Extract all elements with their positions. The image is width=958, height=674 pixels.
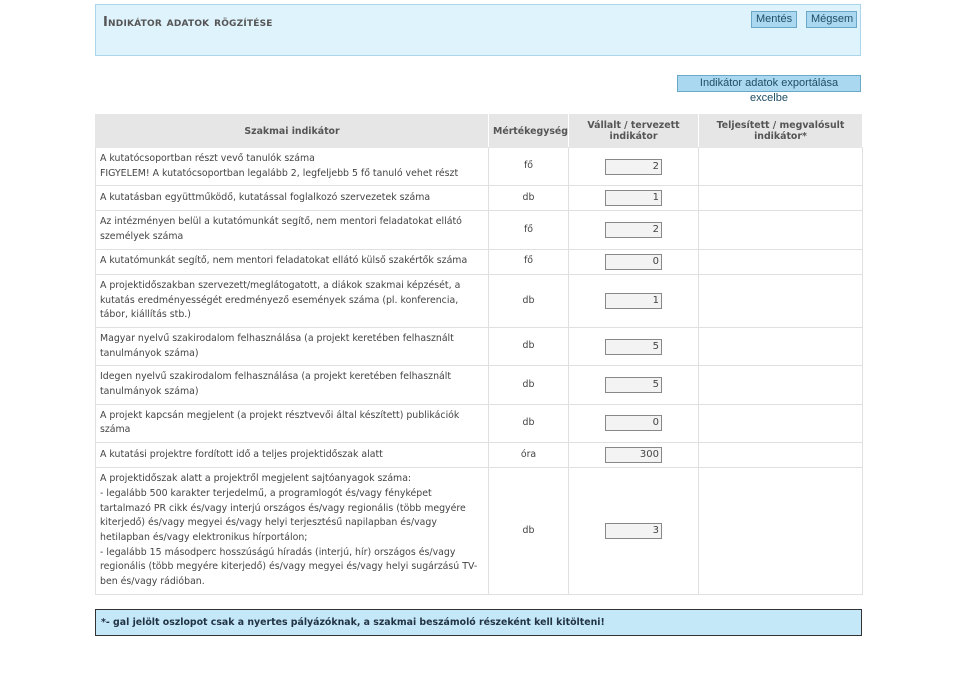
table-row: Idegen nyelvű szakirodalom felhasználása…	[95, 365, 863, 405]
unit-cell: fő	[488, 146, 569, 187]
table-row: Magyar nyelvű szakirodalom felhasználása…	[95, 326, 863, 367]
indicator-text: A projekt kapcsán megjelent (a projekt r…	[100, 409, 460, 436]
indicator-cell: A kutatási projektre fordított idő a tel…	[95, 442, 489, 469]
planned-value-input[interactable]: 0	[605, 253, 662, 270]
header-panel: Indikátor adatok rögzítése Mentés Mégsem	[95, 4, 861, 56]
planned-cell: 1	[568, 185, 699, 212]
indicator-cell: A projektidőszak alatt a projektről megj…	[95, 467, 489, 595]
column-header-indicator: Szakmai indikátor	[95, 114, 489, 148]
column-header-actual: Teljesített / megvalósult indikátor*	[698, 114, 863, 148]
indicator-text: A kutatási projektre fordított idő a tel…	[100, 448, 383, 460]
table-row: A projektidőszak alatt a projektről megj…	[95, 467, 863, 595]
unit-cell: db	[488, 326, 569, 367]
table-row: A kutatócsoportban részt vevő tanulók sz…	[95, 146, 863, 187]
planned-value-input[interactable]: 0	[605, 415, 662, 432]
indicator-text: A kutatásban együttműködő, kutatással fo…	[100, 192, 431, 204]
unit-cell: db	[488, 467, 569, 595]
actual-cell	[698, 467, 863, 595]
table-row: A kutatási projektre fordított idő a tel…	[95, 442, 863, 469]
table-row: A projekt kapcsán megjelent (a projekt r…	[95, 403, 863, 444]
indicator-text: A kutatómunkát segítő, nem mentori felad…	[100, 255, 468, 267]
actual-cell	[698, 326, 863, 367]
table-row: A kutatásban együttműködő, kutatással fo…	[95, 185, 863, 212]
column-header-planned: Vállalt / tervezett indikátor	[568, 114, 699, 148]
planned-value-input[interactable]: 5	[605, 338, 662, 355]
planned-cell: 0	[568, 248, 699, 275]
export-excel-button[interactable]: Indikátor adatok exportálása excelbe	[677, 75, 861, 104]
indicator-cell: A kutatásban együttműködő, kutatással fo…	[95, 185, 489, 212]
planned-value-input[interactable]: 2	[605, 158, 662, 175]
indicator-text: - legalább 500 karakter terjedelmű, a pr…	[100, 487, 466, 543]
actual-cell	[698, 210, 863, 250]
table-header-row: Szakmai indikátor Mértékegység Vállalt /…	[95, 114, 863, 148]
unit-cell: fő	[488, 248, 569, 275]
indicator-text: A projektidőszak alatt a projektről megj…	[100, 473, 412, 485]
planned-cell: 300	[568, 442, 699, 469]
actual-cell	[698, 365, 863, 405]
indicator-cell: Idegen nyelvű szakirodalom felhasználása…	[95, 365, 489, 405]
planned-value-input[interactable]: 2	[605, 222, 662, 239]
planned-cell: 3	[568, 467, 699, 595]
planned-cell: 2	[568, 146, 699, 187]
indicator-text: - legalább 15 másodperc hosszúságú hírad…	[100, 546, 478, 588]
table-row: A kutatómunkát segítő, nem mentori felad…	[95, 248, 863, 275]
indicator-text: A kutatócsoportban részt vevő tanulók sz…	[100, 153, 315, 164]
actual-cell	[698, 146, 863, 187]
planned-value-input[interactable]: 1	[605, 292, 662, 309]
indicator-text: FIGYELEM! A kutatócsoportban legalább 2,…	[100, 167, 459, 179]
planned-value-input[interactable]: 300	[605, 447, 662, 464]
unit-cell: db	[488, 403, 569, 444]
save-button[interactable]: Mentés	[751, 11, 797, 28]
actual-cell	[698, 248, 863, 275]
indicator-cell: Az intézményen belül a kutatómunkát segí…	[95, 210, 489, 250]
unit-cell: db	[488, 273, 569, 328]
column-header-unit: Mértékegység	[488, 114, 569, 148]
actual-cell	[698, 273, 863, 328]
indicator-text: A projektidőszakban szervezett/meglátoga…	[100, 279, 461, 321]
unit-cell: óra	[488, 442, 569, 469]
footnote-box: *- gal jelölt oszlopot csak a nyertes pá…	[95, 609, 862, 636]
table-row: Az intézményen belül a kutatómunkát segí…	[95, 210, 863, 250]
unit-cell: db	[488, 365, 569, 405]
page-title: Indikátor adatok rögzítése	[103, 15, 273, 30]
actual-cell	[698, 185, 863, 212]
planned-value-input[interactable]: 1	[605, 190, 662, 207]
planned-cell: 2	[568, 210, 699, 250]
actual-cell	[698, 403, 863, 444]
indicator-text: Magyar nyelvű szakirodalom felhasználása…	[100, 332, 454, 359]
indicator-cell: A projekt kapcsán megjelent (a projekt r…	[95, 403, 489, 444]
actual-cell	[698, 442, 863, 469]
unit-cell: fő	[488, 210, 569, 250]
indicator-cell: A projektidőszakban szervezett/meglátoga…	[95, 273, 489, 328]
planned-cell: 5	[568, 365, 699, 405]
cancel-button[interactable]: Mégsem	[806, 11, 857, 28]
indicator-text: Idegen nyelvű szakirodalom felhasználása…	[100, 371, 452, 398]
unit-cell: db	[488, 185, 569, 212]
planned-value-input[interactable]: 3	[605, 522, 662, 539]
indicator-text: Az intézményen belül a kutatómunkát segí…	[100, 216, 462, 243]
indicator-cell: Magyar nyelvű szakirodalom felhasználása…	[95, 326, 489, 367]
indicator-cell: A kutatócsoportban részt vevő tanulók sz…	[95, 146, 489, 187]
planned-cell: 1	[568, 273, 699, 328]
planned-cell: 0	[568, 403, 699, 444]
table-row: A projektidőszakban szervezett/meglátoga…	[95, 273, 863, 328]
indicator-table: Szakmai indikátor Mértékegység Vállalt /…	[95, 114, 863, 595]
planned-value-input[interactable]: 5	[605, 377, 662, 394]
indicator-cell: A kutatómunkát segítő, nem mentori felad…	[95, 248, 489, 275]
planned-cell: 5	[568, 326, 699, 367]
